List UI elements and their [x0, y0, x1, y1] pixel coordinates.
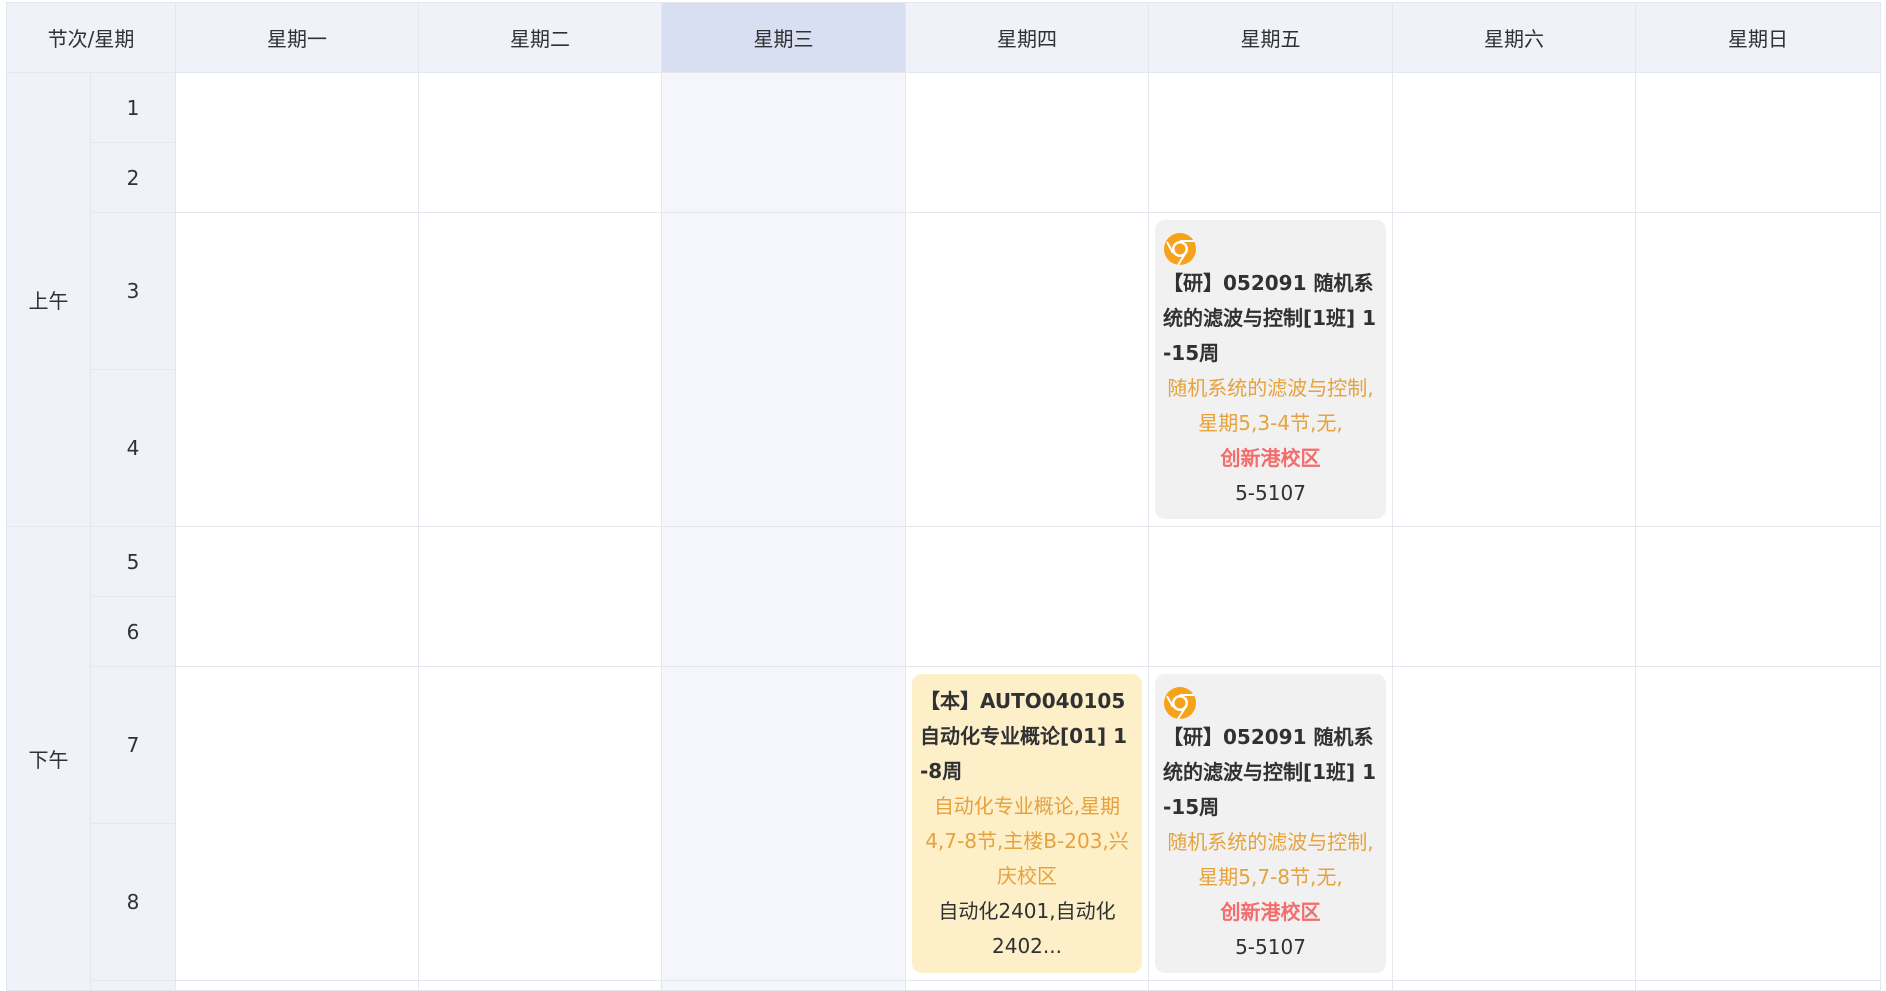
section-number-partial: [90, 980, 176, 991]
course-title: 【本】AUTO040105 自动化专业概论[01] 1-8周: [920, 689, 1127, 783]
course-campus: 创新港校区: [1220, 446, 1321, 470]
slot-tue-7-8[interactable]: [418, 666, 662, 981]
slot-thu-1-2[interactable]: [905, 72, 1149, 213]
day-header-monday: 星期一: [175, 2, 419, 73]
day-header-wednesday: 星期三: [661, 2, 906, 73]
day-header-sunday: 星期日: [1635, 2, 1881, 73]
section-number: 6: [90, 596, 176, 667]
course-classes: 自动化2401,自动化2402...: [938, 899, 1116, 958]
period-afternoon-label: 下午: [28, 748, 69, 772]
section-number: 5: [90, 526, 176, 597]
slot-wed-next[interactable]: [661, 980, 906, 991]
slot-mon-3-4[interactable]: [175, 212, 419, 527]
slot-wed-1-2[interactable]: [661, 72, 906, 213]
section-row-7: 7 【本】AUTO040105 自动化专业概论[01] 1-8周 自动化专业概论…: [7, 666, 1881, 981]
course-info: 随机系统的滤波与控制,星期5,3-4节,无,: [1167, 376, 1374, 435]
slot-sat-7-8[interactable]: [1392, 666, 1636, 981]
course-title: 【研】052091 随机系统的滤波与控制[1班] 1-15周: [1163, 725, 1377, 819]
section-row-1: 上午 1: [6, 72, 1881, 527]
day-header-tuesday: 星期二: [418, 2, 662, 73]
slot-mon-1-2[interactable]: [175, 72, 419, 213]
section-row-partial: [7, 980, 1881, 991]
slot-fri-next[interactable]: [1148, 980, 1393, 991]
slot-sun-3-4[interactable]: [1635, 212, 1881, 527]
slot-sat-next[interactable]: [1392, 980, 1636, 991]
course-card-undergraduate[interactable]: 【本】AUTO040105 自动化专业概论[01] 1-8周 自动化专业概论,星…: [912, 674, 1142, 973]
section-number: 1: [90, 72, 176, 143]
timetable: 节次/星期 星期一 星期二 星期三 星期四 星期五 星期六 星期日 上午 1 2…: [6, 2, 1881, 991]
section-row-5: 下午 5: [6, 526, 1881, 991]
slot-fri-5-6[interactable]: [1148, 526, 1393, 667]
day-header-saturday: 星期六: [1392, 2, 1636, 73]
header-row: 节次/星期 星期一 星期二 星期三 星期四 星期五 星期六 星期日: [6, 2, 1881, 73]
slot-thu-7-8[interactable]: 【本】AUTO040105 自动化专业概论[01] 1-8周 自动化专业概论,星…: [905, 666, 1149, 981]
course-campus: 创新港校区: [1220, 900, 1321, 924]
section-row-3: 3 【研】052091 随机系统的滤波与控制[1班] 1-15周 随机系统的滤波…: [7, 212, 1881, 527]
day-header-thursday: 星期四: [905, 2, 1149, 73]
period-afternoon: 下午: [6, 526, 91, 991]
section-number: 8: [90, 823, 176, 981]
chrome-icon: [1164, 233, 1196, 266]
slot-wed-7-8[interactable]: [661, 666, 906, 981]
slot-tue-5-6[interactable]: [418, 526, 662, 667]
slot-mon-5-6[interactable]: [175, 526, 419, 667]
slot-fri-1-2[interactable]: [1148, 72, 1393, 213]
slot-sun-7-8[interactable]: [1635, 666, 1881, 981]
slot-sun-1-2[interactable]: [1635, 72, 1881, 213]
chrome-icon: [1164, 687, 1196, 720]
course-info: 自动化专业概论,星期4,7-8节,主楼B-203,兴庆校区: [925, 794, 1129, 888]
section-number: 7: [90, 666, 176, 824]
course-card-graduate[interactable]: 【研】052091 随机系统的滤波与控制[1班] 1-15周 随机系统的滤波与控…: [1155, 674, 1386, 973]
period-morning: 上午: [6, 72, 91, 527]
slot-sat-1-2[interactable]: [1392, 72, 1636, 213]
slot-wed-5-6[interactable]: [661, 526, 906, 667]
slot-tue-1-2[interactable]: [418, 72, 662, 213]
slot-thu-5-6[interactable]: [905, 526, 1149, 667]
course-info: 随机系统的滤波与控制,星期5,7-8节,无,: [1167, 830, 1374, 889]
course-room: 5-5107: [1235, 481, 1306, 505]
day-header-friday: 星期五: [1148, 2, 1393, 73]
slot-sun-next[interactable]: [1635, 980, 1881, 991]
section-number: 4: [90, 369, 176, 527]
slot-mon-next[interactable]: [175, 980, 419, 991]
slot-tue-next[interactable]: [418, 980, 662, 991]
slot-wed-3-4[interactable]: [661, 212, 906, 527]
slot-tue-3-4[interactable]: [418, 212, 662, 527]
section-number: 2: [90, 142, 176, 213]
slot-mon-7-8[interactable]: [175, 666, 419, 981]
slot-sat-5-6[interactable]: [1392, 526, 1636, 667]
slot-fri-7-8[interactable]: 【研】052091 随机系统的滤波与控制[1班] 1-15周 随机系统的滤波与控…: [1148, 666, 1393, 981]
corner-header: 节次/星期: [6, 2, 176, 73]
course-title: 【研】052091 随机系统的滤波与控制[1班] 1-15周: [1163, 271, 1377, 365]
slot-thu-3-4[interactable]: [905, 212, 1149, 527]
slot-sat-3-4[interactable]: [1392, 212, 1636, 527]
section-number: 3: [90, 212, 176, 370]
slot-thu-next[interactable]: [905, 980, 1149, 991]
slot-sun-5-6[interactable]: [1635, 526, 1881, 667]
course-card-graduate[interactable]: 【研】052091 随机系统的滤波与控制[1班] 1-15周 随机系统的滤波与控…: [1155, 220, 1386, 519]
course-room: 5-5107: [1235, 935, 1306, 959]
slot-fri-3-4[interactable]: 【研】052091 随机系统的滤波与控制[1班] 1-15周 随机系统的滤波与控…: [1148, 212, 1393, 527]
